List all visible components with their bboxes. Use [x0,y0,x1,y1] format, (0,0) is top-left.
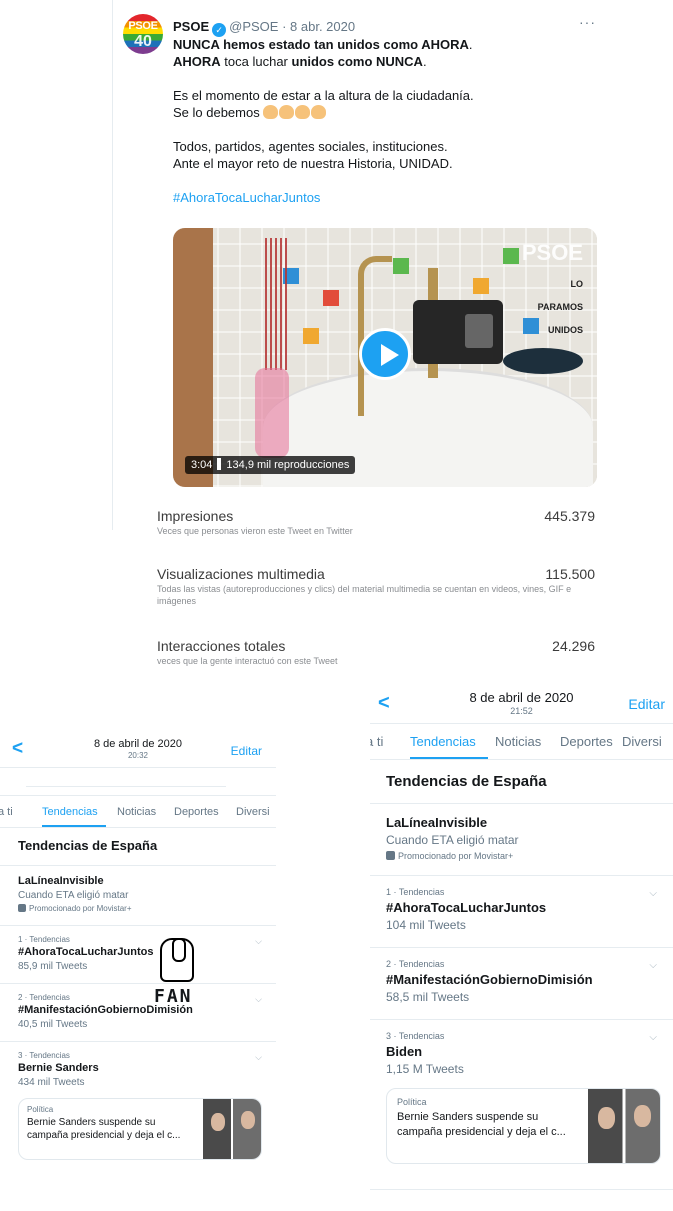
play-icon[interactable] [359,328,411,380]
author-name[interactable]: PSOE [173,19,209,34]
video-logo: PSOE LO PARAMOS UNIDOS [521,240,583,335]
chevron-down-icon[interactable]: ⌵ [649,888,657,899]
meta-separator: · [282,19,287,34]
chevron-down-icon[interactable]: ⌵ [649,960,657,971]
trends-screen-2032: < 8 de abril de 2020 20:32 Editar a ti T… [0,728,276,1211]
trend-item[interactable]: ⌵ 3 · Tendencias Bernie Sanders 434 mil … [0,1042,276,1211]
trend-item[interactable]: ⌵ 1 · Tendencias #AhoraTocaLucharJuntos … [370,876,673,948]
tab-for-you[interactable]: a ti [370,734,383,749]
tweet-line-6: Ante el mayor reto de nuestra Historia, … [173,156,453,171]
edit-button[interactable]: Editar [628,696,665,712]
tab-fun[interactable]: Diversi [622,734,662,749]
clapping-hands-icon [311,105,327,119]
trend-item[interactable]: ⌵ 3 · Tendencias Biden 1,15 M Tweets Pol… [370,1020,673,1190]
video-info-badge: 3:04 134,9 mil reproducciones [185,456,356,474]
avatar-logo-text: PSOE [128,20,158,32]
nav-bar: < 8 de abril de 2020 21:52 Editar [370,680,673,724]
trend-item[interactable]: ⌵ 2 · Tendencias #ManifestaciónGobiernoD… [370,948,673,1020]
tab-fun[interactable]: Diversi [236,806,270,818]
promoted-trend[interactable]: LaLíneaInvisible Cuando ETA eligió matar… [370,804,673,876]
tab-news[interactable]: Noticias [495,734,541,749]
clapping-hands-icon [295,105,311,119]
tweet-header: PSOE ✓ @PSOE · 8 abr. 2020 [173,19,355,37]
tweet-line-4: Se lo debemos [173,104,603,121]
tweet-line-5: Todos, partidos, agentes sociales, insti… [173,139,448,154]
stat-media-views: Visualizaciones multimedia 115.500 Todas… [157,566,595,606]
tweet-date[interactable]: 8 abr. 2020 [290,19,355,34]
sticker-text: FAN [154,986,193,1007]
tweet-line-3: Es el momento de estar a la altura de la… [173,88,474,103]
search-bar[interactable] [0,768,276,796]
clapping-hands-icon [279,105,295,119]
stat-engagements: Interacciones totales 24.296 veces que l… [157,638,595,666]
promoted-icon [386,851,395,860]
fan-hand-sticker: FAN [146,938,208,1010]
tweet-stats: Impresiones 445.379 Veces que personas v… [157,508,597,679]
news-card[interactable]: Política Bernie Sanders suspende su camp… [386,1088,661,1164]
section-title: Tendencias de España [0,828,276,866]
trends-screen-2152: < 8 de abril de 2020 21:52 Editar a ti T… [370,680,673,1211]
more-options-icon[interactable]: ··· [579,14,596,30]
video-duration: 3:04 [191,459,213,471]
author-handle[interactable]: @PSOE [229,19,278,34]
tab-sports[interactable]: Deportes [560,734,613,749]
verified-badge-icon: ✓ [212,23,227,37]
active-tab-indicator [42,825,106,827]
section-title: Tendencias de España [370,760,673,804]
tab-news[interactable]: Noticias [117,806,156,818]
edit-button[interactable]: Editar [231,744,262,758]
trend-item[interactable]: ⌵ 2 · Tendencias #ManifestaciónGobiernoD… [0,984,276,1042]
promoted-trend[interactable]: LaLíneaInvisible Cuando ETA eligió matar… [0,866,276,926]
tab-sports[interactable]: Deportes [174,806,219,818]
trend-item[interactable]: ⌵ 1 · Tendencias #AhoraTocaLucharJuntos … [0,926,276,984]
video-player[interactable]: PSOE LO PARAMOS UNIDOS 3:04 134,9 mil rep… [173,228,597,487]
tweet-card: PSOE 40 PSOE ✓ @PSOE · 8 abr. 2020 ··· NUN… [112,0,612,530]
chevron-down-icon[interactable]: ⌵ [255,994,262,1005]
active-tab-indicator [410,757,488,759]
tweet-line-1: NUNCA hemos estado tan unidos como AHORA… [173,37,473,52]
avatar-number: 40 [134,33,152,50]
clapping-hands-icon [263,105,279,119]
tab-trends[interactable]: Tendencias [410,734,476,749]
chevron-down-icon[interactable]: ⌵ [255,1052,262,1063]
news-thumbnail [203,1099,261,1159]
stat-impressions: Impresiones 445.379 Veces que personas v… [157,508,595,536]
chevron-down-icon[interactable]: ⌵ [255,936,262,947]
tab-bar: a ti Tendencias Noticias Deportes Divers… [370,724,673,760]
news-thumbnail [588,1089,660,1163]
hashtag-link[interactable]: #AhoraTocaLucharJuntos [173,189,603,206]
tab-trends[interactable]: Tendencias [42,806,98,818]
tab-bar: a ti Tendencias Noticias Deportes Divers… [0,796,276,828]
promoted-icon [18,904,26,912]
psoe-avatar[interactable]: PSOE 40 [123,14,163,54]
chevron-down-icon[interactable]: ⌵ [649,1032,657,1043]
news-card[interactable]: Política Bernie Sanders suspende su camp… [18,1098,262,1160]
tab-for-you[interactable]: a ti [0,806,13,818]
tweet-line-2: AHORA toca luchar unidos como NUNCA. [173,54,427,69]
foam-finger-icon [160,938,194,982]
tweet-text: NUNCA hemos estado tan unidos como AHORA… [173,36,603,206]
video-views: 134,9 mil reproducciones [226,459,350,471]
nav-bar: < 8 de abril de 2020 20:32 Editar [0,728,276,768]
